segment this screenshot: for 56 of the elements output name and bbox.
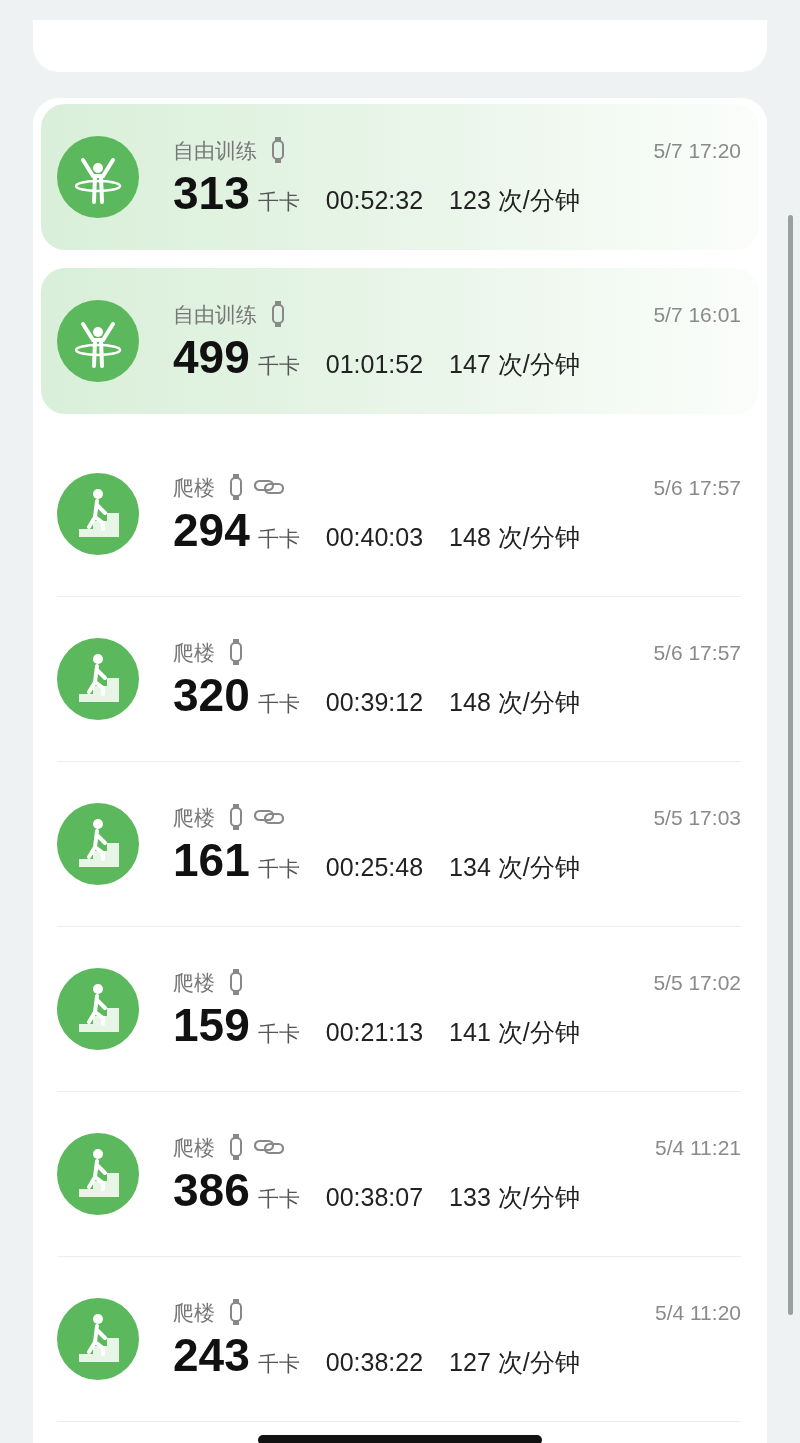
record-row[interactable]: 自由训练 5/7 17:20 313 千卡 00:52:32 123 次/分钟 <box>41 104 759 250</box>
duration-value: 00:38:22 <box>325 1347 424 1378</box>
duration-value: 00:52:32 <box>325 185 424 216</box>
calories-unit: 千卡 <box>257 526 300 552</box>
workout-time: 5/7 16:01 <box>653 301 741 328</box>
record-row[interactable]: 爬楼 5/4 11:21 386 千卡 00:38:07 133 次/分钟 <box>41 1092 759 1256</box>
workout-title: 爬楼 <box>173 1134 215 1161</box>
heart-rate-value: 147 次/分钟 <box>449 349 580 380</box>
workout-time: 5/5 17:03 <box>653 804 741 831</box>
workout-title: 爬楼 <box>173 639 215 666</box>
duration-value: 00:21:13 <box>325 1017 424 1048</box>
workout-title: 爬楼 <box>173 474 215 501</box>
duration-value: 00:38:07 <box>325 1182 424 1213</box>
workout-time: 5/6 17:57 <box>653 474 741 501</box>
record-row[interactable]: 爬楼 5/4 11:20 243 千卡 00:38:22 127 次/分钟 <box>41 1257 759 1421</box>
calories-unit: 千卡 <box>257 1021 300 1047</box>
workout-time: 5/5 17:02 <box>653 969 741 996</box>
calories-value: 161 <box>173 837 250 883</box>
calories-unit: 千卡 <box>257 856 300 882</box>
heart-rate-value: 148 次/分钟 <box>449 687 580 718</box>
calories-value: 243 <box>173 1332 250 1378</box>
heart-rate-value: 123 次/分钟 <box>449 185 580 216</box>
duration-value: 01:01:52 <box>325 349 424 380</box>
workout-time: 5/4 11:20 <box>654 1299 741 1326</box>
workout-title: 爬楼 <box>173 804 215 831</box>
calories-value: 320 <box>173 672 250 718</box>
duration-value: 00:40:03 <box>325 522 424 553</box>
heart-rate-value: 134 次/分钟 <box>449 852 580 883</box>
heart-rate-value: 127 次/分钟 <box>449 1347 580 1378</box>
calories-unit: 千卡 <box>257 353 300 379</box>
workout-title: 自由训练 <box>173 301 257 328</box>
workout-title: 爬楼 <box>173 1299 215 1326</box>
record-row[interactable]: 爬楼 5/5 17:03 161 千卡 00:25:48 134 次/分钟 <box>41 762 759 926</box>
workout-title: 自由训练 <box>173 137 257 164</box>
calories-unit: 千卡 <box>257 189 300 215</box>
record-row[interactable]: 爬楼 5/6 17:57 294 千卡 00:40:03 148 次/分钟 <box>41 432 759 596</box>
duration-value: 00:25:48 <box>325 852 424 883</box>
calories-value: 499 <box>173 334 250 380</box>
heart-rate-value: 141 次/分钟 <box>449 1017 580 1048</box>
record-row[interactable]: 自由训练 5/7 16:01 499 千卡 01:01:52 147 次/分钟 <box>41 268 759 414</box>
calories-value: 386 <box>173 1167 250 1213</box>
calories-value: 313 <box>173 170 250 216</box>
calories-unit: 千卡 <box>257 1351 300 1377</box>
workout-time: 5/6 17:57 <box>653 639 741 666</box>
calories-unit: 千卡 <box>257 1186 300 1212</box>
record-row[interactable]: 爬楼 5/6 17:57 320 千卡 00:39:12 148 次/分钟 <box>41 597 759 761</box>
calories-value: 159 <box>173 1002 250 1048</box>
workout-time: 5/4 11:21 <box>654 1134 741 1161</box>
calories-unit: 千卡 <box>257 691 300 717</box>
workout-time: 5/7 17:20 <box>653 137 741 164</box>
heart-rate-value: 133 次/分钟 <box>449 1182 580 1213</box>
calories-value: 294 <box>173 507 250 553</box>
record-row[interactable]: 爬楼 5/5 17:02 159 千卡 00:21:13 141 次/分钟 <box>41 927 759 1091</box>
duration-value: 00:39:12 <box>325 687 424 718</box>
workout-title: 爬楼 <box>173 969 215 996</box>
heart-rate-value: 148 次/分钟 <box>449 522 580 553</box>
